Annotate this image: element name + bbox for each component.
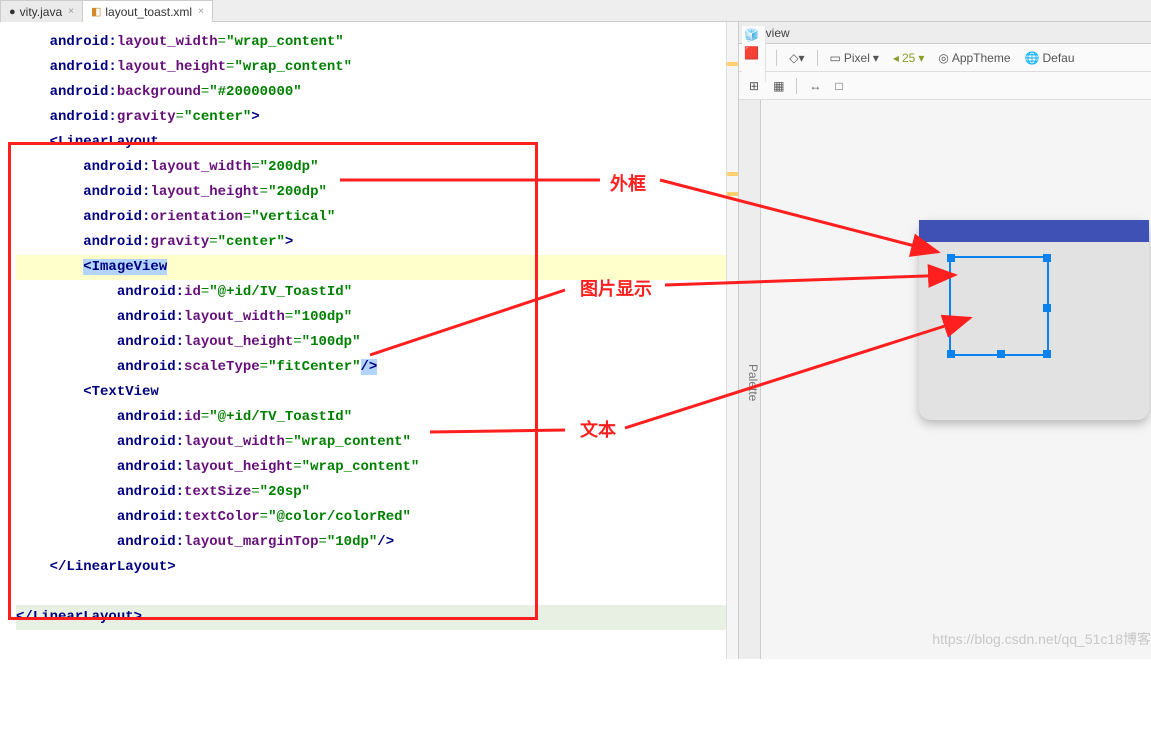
theme-selector[interactable]: ◎ AppTheme [934,49,1014,67]
preview-toolbar-1: ◆▾ ◇▾ ▭ Pixel ▾ ◂ 25 ▾ ◎ AppTheme 🌐 Defa… [739,44,1151,72]
editor-tabs: ● vity.java × ◧ layout_toast.xml × [0,0,1151,22]
annotation-image: 图片显示 [580,275,652,301]
close-icon[interactable]: × [198,6,204,17]
main-content: android:layout_width="wrap_content" andr… [0,22,1151,659]
status-bar [919,220,1149,242]
palette-icon-2[interactable]: 🟥 [744,46,763,60]
editor-gutter [726,22,738,659]
xml-file-icon: ◧ [91,5,101,18]
java-file-icon: ● [9,6,16,18]
palette-sidebar[interactable]: Palette [739,100,761,659]
tab-label: layout_toast.xml [105,5,192,19]
annotation-text: 文本 [580,416,616,442]
device-selector[interactable]: ▭ Pixel ▾ [826,49,883,67]
preview-canvas[interactable]: Palette [739,100,1151,659]
palette-icons: 🧊 🟥 [742,26,766,82]
grid-icon[interactable]: ▦ [769,77,788,95]
preview-toolbar-2: ⊞ ▦ ↔ □ [739,72,1151,100]
expand-icon[interactable]: ↔ [805,77,825,95]
tab-label: vity.java [20,5,62,19]
api-selector[interactable]: ◂ 25 ▾ [889,49,928,67]
refresh-icon[interactable]: □ [831,77,846,95]
code-editor[interactable]: android:layout_width="wrap_content" andr… [0,22,738,659]
orientation-icon[interactable]: ◇▾ [785,49,808,67]
close-icon[interactable]: × [68,6,74,17]
locale-selector[interactable]: 🌐 Defau [1021,49,1079,67]
preview-title: Preview [739,22,1151,44]
tab-layout-toast-xml[interactable]: ◧ layout_toast.xml × [82,0,213,22]
palette-icon-1[interactable]: 🧊 [744,28,763,42]
annotation-outer: 外框 [610,170,646,196]
watermark: https://blog.csdn.net/qq_51c18博客 [932,629,1151,649]
preview-panel: Preview ◆▾ ◇▾ ▭ Pixel ▾ ◂ 25 ▾ ◎ AppThem… [738,22,1151,659]
selection-rect[interactable] [949,256,1049,356]
tab-vity-java[interactable]: ● vity.java × [0,0,83,22]
